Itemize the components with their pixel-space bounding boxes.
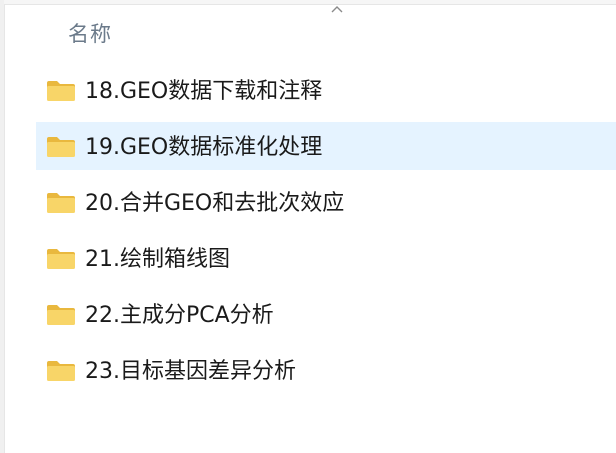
folder-name: 22.主成分PCA分析 — [85, 303, 274, 328]
folder-row[interactable]: 23.目标基因差异分析 — [36, 346, 616, 394]
window-top-edge — [4, 0, 616, 5]
folder-row[interactable]: 22.主成分PCA分析 — [36, 290, 616, 338]
folder-name: 23.目标基因差异分析 — [85, 359, 296, 384]
folder-icon — [47, 305, 75, 325]
column-header-name[interactable]: 名称 — [22, 10, 616, 56]
folder-icon — [47, 81, 75, 101]
folder-icon — [47, 249, 75, 269]
column-header-label: 名称 — [68, 22, 112, 46]
folder-name: 20.合并GEO和去批次效应 — [85, 191, 345, 216]
file-list: 18.GEO数据下载和注释 19.GEO数据标准化处理 20.合并GEO和去批次… — [36, 66, 616, 402]
folder-row-selected[interactable]: 19.GEO数据标准化处理 — [36, 122, 616, 170]
folder-row[interactable]: 21.绘制箱线图 — [36, 234, 616, 282]
folder-row[interactable]: 18.GEO数据下载和注释 — [36, 66, 616, 114]
folder-name: 18.GEO数据下载和注释 — [85, 79, 323, 104]
folder-icon — [47, 193, 75, 213]
folder-name: 19.GEO数据标准化处理 — [85, 135, 323, 160]
folder-row[interactable]: 20.合并GEO和去批次效应 — [36, 178, 616, 226]
folder-icon — [47, 137, 75, 157]
window-left-edge — [0, 0, 5, 453]
folder-icon — [47, 361, 75, 381]
folder-name: 21.绘制箱线图 — [85, 247, 230, 272]
